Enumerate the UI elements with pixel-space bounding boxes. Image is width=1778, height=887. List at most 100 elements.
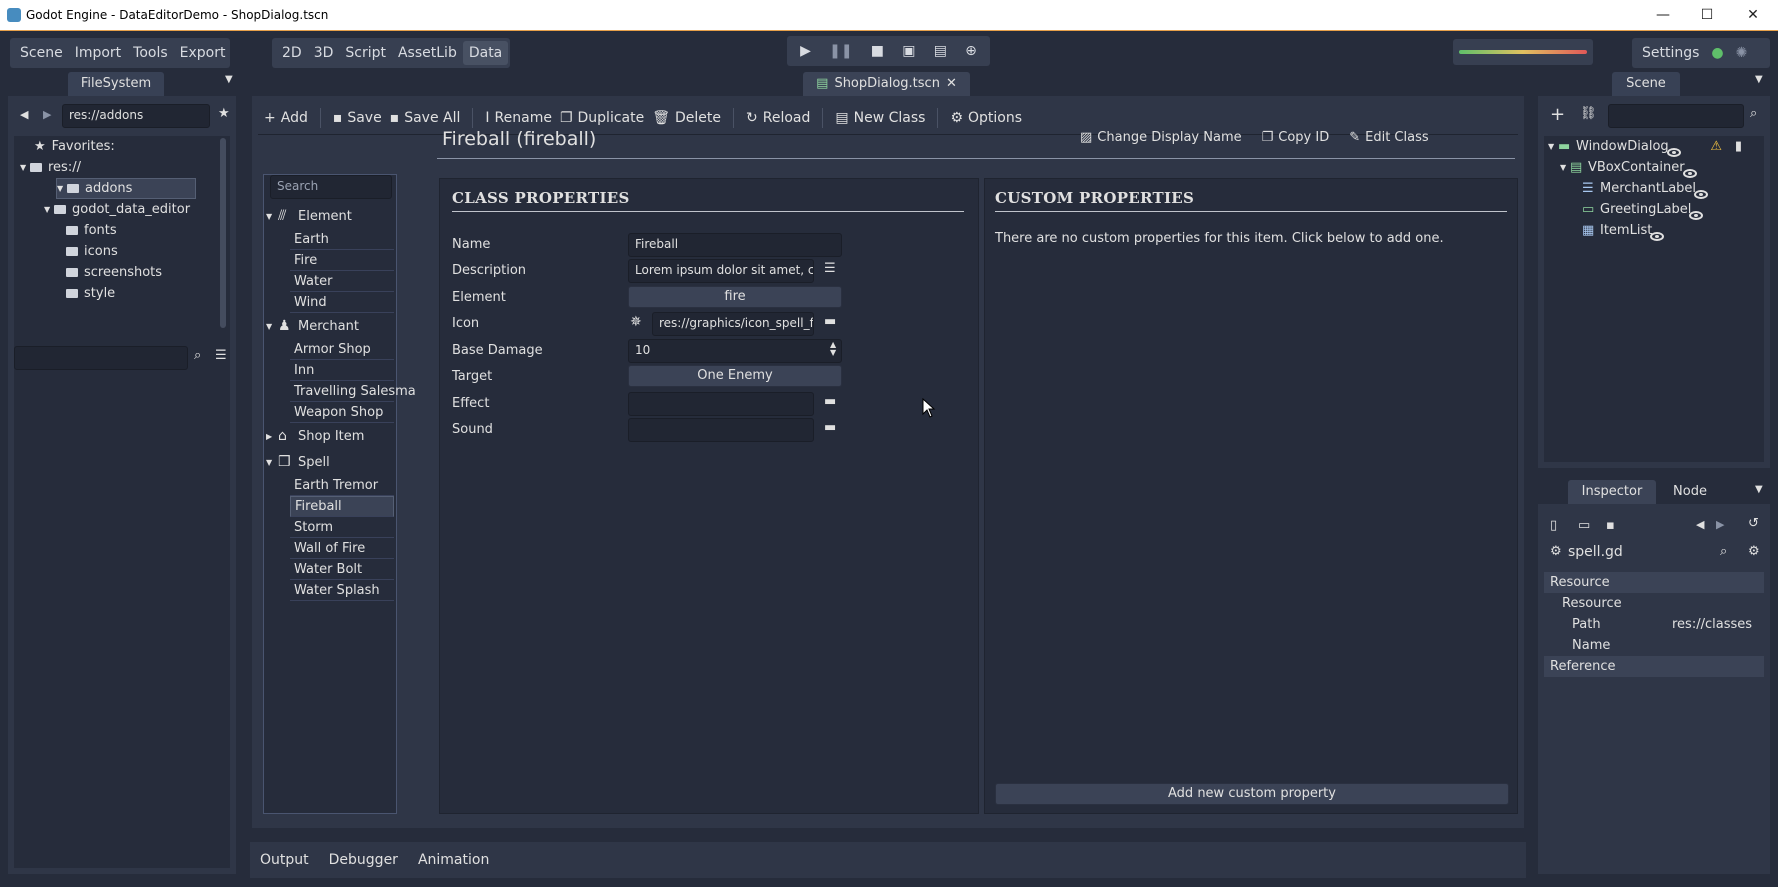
history-forward-icon[interactable]: ▶: [1716, 518, 1724, 531]
chevron-down-icon[interactable]: ▼: [57, 184, 67, 193]
tree-item[interactable]: Weapon Shop: [290, 402, 394, 423]
tree-item[interactable]: Travelling Salesma: [290, 381, 416, 402]
tree-item[interactable]: Earth: [290, 229, 394, 250]
search-icon[interactable]: ⌕: [194, 348, 201, 363]
open-folder-icon[interactable]: ▭: [1578, 518, 1590, 533]
property-value[interactable]: res://classes: [1672, 617, 1752, 632]
folder-icon[interactable]: ▬: [824, 394, 836, 409]
workspace-assetlib[interactable]: AssetLib: [392, 45, 463, 61]
chevron-right-icon[interactable]: ▶: [266, 432, 278, 441]
list-view-icon[interactable]: ☰: [215, 348, 227, 363]
save-resource-icon[interactable]: ▪: [1606, 518, 1615, 533]
tree-group[interactable]: ▼ ♟ Merchant: [264, 313, 396, 339]
tab-filesystem[interactable]: FileSystem: [68, 72, 164, 96]
add-node-icon[interactable]: +: [1550, 104, 1565, 125]
file-tree-item[interactable]: icons: [14, 241, 230, 262]
tab-animation[interactable]: Animation: [418, 852, 489, 868]
scene-dock-menu-icon[interactable]: ▼: [1755, 74, 1763, 85]
play-icon[interactable]: ▶: [794, 43, 817, 59]
workspace-3d[interactable]: 3D: [308, 45, 340, 61]
menu-tools[interactable]: Tools: [127, 45, 174, 61]
workspace-data[interactable]: Data: [462, 41, 509, 65]
property-target-button[interactable]: One Enemy: [628, 365, 842, 387]
close-tab-icon[interactable]: ✕: [946, 72, 957, 96]
visibility-eye-icon[interactable]: [1694, 190, 1709, 199]
scene-search-icon[interactable]: ⌕: [1750, 106, 1757, 121]
file-tree-item[interactable]: ▼ godot_data_editor: [14, 199, 230, 220]
tab-inspector[interactable]: Inspector: [1568, 480, 1656, 504]
forward-icon[interactable]: ▶: [43, 108, 51, 121]
scrollbar[interactable]: [220, 138, 226, 328]
tab-debugger[interactable]: Debugger: [329, 852, 398, 868]
play-scene-icon[interactable]: ▣: [896, 43, 921, 59]
tree-item[interactable]: Fire: [290, 250, 394, 271]
path-field[interactable]: res://addons: [62, 104, 210, 128]
tree-item[interactable]: Water Splash: [290, 580, 394, 601]
chevron-down-icon[interactable]: ▼: [1560, 163, 1570, 172]
folder-icon[interactable]: ▬: [824, 420, 836, 435]
copy-id-button[interactable]: ❐ Copy ID: [1258, 130, 1334, 145]
inspector-dock-menu-icon[interactable]: ▼: [1755, 484, 1763, 495]
script-icon[interactable]: ▮: [1735, 139, 1742, 154]
chevron-down-icon[interactable]: ▼: [1548, 142, 1558, 151]
tree-item[interactable]: Armor Shop: [290, 339, 394, 360]
workspace-2d[interactable]: 2D: [276, 45, 308, 61]
property-effect-field[interactable]: [628, 392, 814, 416]
link-icon[interactable]: ⛓: [1580, 106, 1597, 121]
add-custom-property-button[interactable]: Add new custom property: [995, 783, 1509, 805]
chevron-down-icon[interactable]: ▼: [266, 212, 278, 221]
duplicate-button[interactable]: ❐ Duplicate: [556, 110, 648, 126]
tree-item[interactable]: Storm: [290, 517, 394, 538]
favorites-item[interactable]: ★ Favorites:: [14, 136, 230, 157]
workspace-script[interactable]: Script: [339, 45, 392, 61]
save-button[interactable]: ▪ Save: [329, 110, 386, 126]
back-icon[interactable]: ◀: [20, 108, 28, 121]
pause-icon[interactable]: ❚❚: [823, 43, 858, 59]
tab-output[interactable]: Output: [260, 852, 309, 868]
property-base-damage-field[interactable]: 10: [628, 339, 842, 363]
inspector-search-icon[interactable]: ⌕: [1720, 544, 1727, 559]
inspector-prop[interactable]: Path res://classes: [1544, 614, 1764, 635]
folder-icon[interactable]: ▬: [824, 314, 836, 329]
property-icon-field[interactable]: res://graphics/icon_spell_fir: [652, 312, 814, 336]
minimize-button[interactable]: —: [1640, 4, 1686, 26]
visibility-eye-icon[interactable]: [1650, 232, 1665, 241]
dock-menu-icon[interactable]: ▼: [225, 74, 233, 85]
stop-icon[interactable]: ■: [865, 43, 890, 59]
add-button[interactable]: + Add: [260, 110, 312, 126]
tree-item[interactable]: Earth Tremor: [290, 475, 394, 496]
file-tree-item[interactable]: ▼ addons: [56, 178, 196, 199]
scene-node[interactable]: ▼ ▬ WindowDialog ⚠ ▮: [1544, 136, 1764, 157]
scene-node[interactable]: ▦ ItemList: [1544, 220, 1764, 241]
inspector-settings-icon[interactable]: ⚙: [1748, 544, 1760, 559]
chevron-down-icon[interactable]: ▼: [44, 205, 54, 214]
spinner-arrows-icon[interactable]: ▲ ▼: [830, 341, 836, 357]
tab-node[interactable]: Node: [1660, 480, 1720, 504]
inspector-prop[interactable]: Name: [1544, 635, 1764, 656]
chevron-down-icon[interactable]: ▼: [266, 458, 278, 467]
visibility-eye-icon[interactable]: [1666, 148, 1681, 157]
property-element-button[interactable]: fire: [628, 286, 842, 308]
menu-scene[interactable]: Scene: [14, 45, 69, 61]
file-tree-item[interactable]: style: [14, 283, 230, 304]
tree-item[interactable]: Wind: [290, 292, 394, 313]
new-class-button[interactable]: ▤ New Class: [831, 110, 929, 126]
reload-button[interactable]: ↻ Reload: [742, 110, 814, 126]
scene-node[interactable]: ▭ GreetingLabel: [1544, 199, 1764, 220]
options-button[interactable]: ⚙ Options: [946, 110, 1026, 126]
file-tree-item[interactable]: ▼ res://: [14, 157, 230, 178]
file-tree-item[interactable]: fonts: [14, 220, 230, 241]
tree-group[interactable]: ▼ ⫻ Element: [264, 203, 396, 229]
new-resource-icon[interactable]: ▯: [1550, 518, 1557, 533]
delete-button[interactable]: 🗑 Delete: [648, 110, 725, 126]
scene-node[interactable]: ☰ MerchantLabel: [1544, 178, 1764, 199]
scene-node[interactable]: ▼ ▤ VBoxContainer: [1544, 157, 1764, 178]
history-back-icon[interactable]: ◀: [1696, 518, 1704, 531]
chevron-down-icon[interactable]: ▼: [20, 163, 30, 172]
tree-item[interactable]: Wall of Fire: [290, 538, 394, 559]
edit-text-icon[interactable]: ☰: [824, 261, 836, 276]
property-description-field[interactable]: Lorem ipsum dolor sit amet, con: [628, 259, 814, 283]
menu-export[interactable]: Export: [174, 45, 232, 61]
close-window-button[interactable]: ✕: [1730, 4, 1776, 26]
chevron-down-icon[interactable]: ▼: [266, 322, 278, 331]
